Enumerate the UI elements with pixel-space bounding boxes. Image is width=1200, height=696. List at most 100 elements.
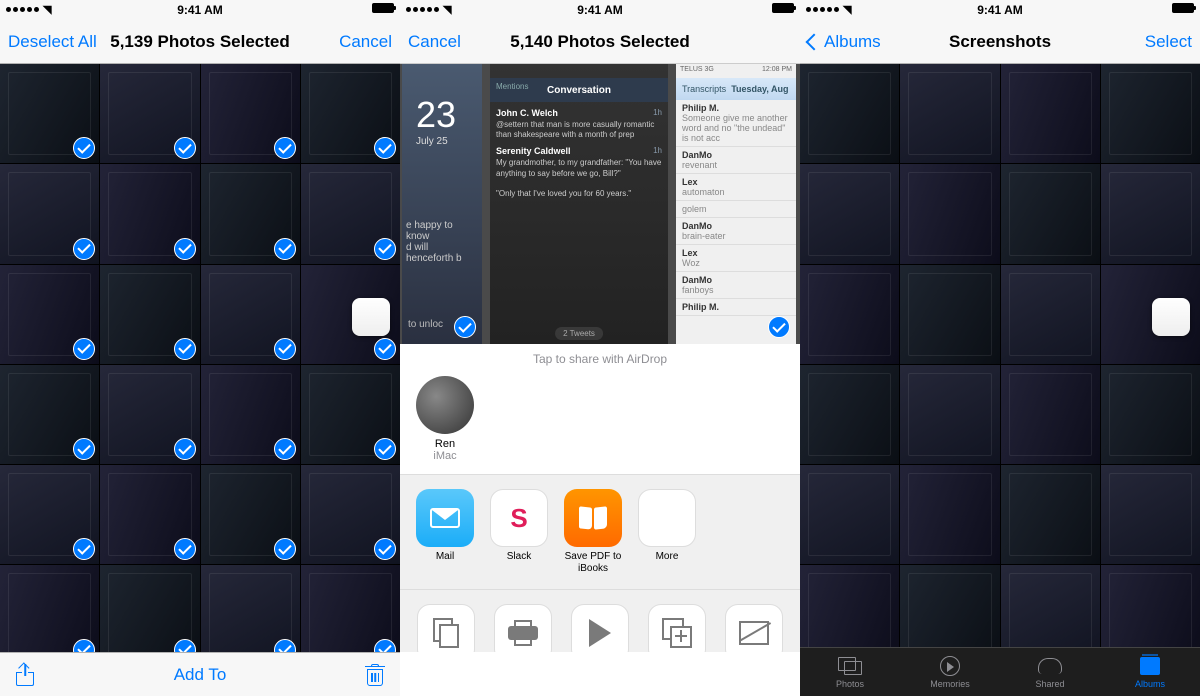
photo-thumb[interactable] xyxy=(800,64,899,163)
cancel-button[interactable]: Cancel xyxy=(302,32,392,52)
photo-thumb[interactable] xyxy=(900,164,999,263)
photo-thumb[interactable] xyxy=(301,265,400,364)
photo-thumb[interactable] xyxy=(100,164,199,263)
check-icon xyxy=(73,639,95,653)
action-duplicate[interactable]: Duplicate xyxy=(644,604,711,652)
deselect-all-button[interactable]: Deselect All xyxy=(8,32,98,52)
photo-grid[interactable] xyxy=(800,64,1200,647)
photo-thumb[interactable] xyxy=(1101,565,1200,647)
photo-thumb[interactable] xyxy=(0,565,99,652)
cancel-button[interactable]: Cancel xyxy=(408,32,498,52)
trash-icon[interactable] xyxy=(366,664,384,686)
status-time: 9:41 AM xyxy=(177,3,223,17)
photo-thumb[interactable] xyxy=(0,265,99,364)
photo-thumb[interactable] xyxy=(800,265,899,364)
action-slideshow[interactable]: Slideshow xyxy=(566,604,633,652)
photo-thumb[interactable] xyxy=(201,365,300,464)
duplicate-icon xyxy=(648,604,706,652)
photo-thumb[interactable] xyxy=(0,465,99,564)
select-button[interactable]: Select xyxy=(1102,32,1192,52)
photo-thumb[interactable] xyxy=(100,465,199,564)
check-icon xyxy=(73,438,95,460)
photo-thumb[interactable] xyxy=(1001,265,1100,364)
photo-thumb[interactable] xyxy=(900,565,999,647)
photo-thumb[interactable] xyxy=(201,465,300,564)
share-app-more[interactable]: •••More xyxy=(638,489,696,575)
preview-thumb[interactable]: 23 July 25 e happy to know d will hencef… xyxy=(402,64,482,344)
photo-thumb[interactable] xyxy=(900,265,999,364)
photo-thumb[interactable] xyxy=(800,164,899,263)
nav-bar: Albums Screenshots Select xyxy=(800,20,1200,64)
tab-shared[interactable]: Shared xyxy=(1000,648,1100,696)
tab-photos[interactable]: Photos xyxy=(800,648,900,696)
check-icon xyxy=(374,639,396,653)
photo-thumb[interactable] xyxy=(1001,365,1100,464)
chevron-left-icon xyxy=(806,33,823,50)
action-copy[interactable]: Copy xyxy=(412,604,479,652)
battery-icon xyxy=(1172,3,1194,13)
share-icon[interactable] xyxy=(16,664,34,686)
check-icon xyxy=(274,137,296,159)
photo-thumb[interactable] xyxy=(1001,164,1100,263)
photo-thumb[interactable] xyxy=(1101,365,1200,464)
tab-albums[interactable]: Albums xyxy=(1100,648,1200,696)
photo-thumb[interactable] xyxy=(100,565,199,652)
add-to-button[interactable]: Add To xyxy=(174,665,227,685)
nav-bar: Deselect All 5,139 Photos Selected Cance… xyxy=(0,20,400,64)
tab-memories[interactable]: Memories xyxy=(900,648,1000,696)
nav-title: 5,140 Photos Selected xyxy=(510,32,690,52)
check-icon xyxy=(374,238,396,260)
photo-thumb[interactable] xyxy=(0,64,99,163)
print-icon xyxy=(494,604,552,652)
photo-thumb[interactable] xyxy=(100,64,199,163)
photo-thumb[interactable] xyxy=(1001,465,1100,564)
action-row[interactable]: Copy Print Slideshow Duplicate Hide xyxy=(400,590,800,652)
photo-thumb[interactable] xyxy=(0,365,99,464)
photo-thumb[interactable] xyxy=(100,365,199,464)
photo-thumb[interactable] xyxy=(301,565,400,652)
check-icon xyxy=(768,316,790,338)
check-icon xyxy=(374,137,396,159)
preview-thumb[interactable]: TELUS 3G12:08 PM Transcripts Tuesday, Au… xyxy=(676,64,796,344)
photo-thumb[interactable] xyxy=(301,164,400,263)
back-button[interactable]: Albums xyxy=(808,32,898,52)
airdrop-contact[interactable]: Ren iMac xyxy=(416,376,474,462)
check-icon xyxy=(174,338,196,360)
photo-thumb[interactable] xyxy=(800,365,899,464)
photo-thumb[interactable] xyxy=(1101,265,1200,364)
share-app-mail[interactable]: Mail xyxy=(416,489,474,575)
photo-thumb[interactable] xyxy=(900,465,999,564)
tab-bar: Photos Memories Shared Albums xyxy=(800,647,1200,696)
app-row[interactable]: Mail SSlack Save PDF to iBooks •••More xyxy=(400,474,800,590)
photo-thumb[interactable] xyxy=(1101,465,1200,564)
check-icon xyxy=(374,538,396,560)
photo-grid[interactable] xyxy=(0,64,400,652)
photo-thumb[interactable] xyxy=(900,365,999,464)
photo-thumb[interactable] xyxy=(1101,64,1200,163)
photo-thumb[interactable] xyxy=(201,164,300,263)
photo-thumb[interactable] xyxy=(201,265,300,364)
photo-thumb[interactable] xyxy=(900,64,999,163)
photo-thumb[interactable] xyxy=(1001,565,1100,647)
action-hide[interactable]: Hide xyxy=(721,604,788,652)
mail-icon xyxy=(416,489,474,547)
photo-thumb[interactable] xyxy=(201,565,300,652)
photo-thumb[interactable] xyxy=(800,465,899,564)
screen-album: ◥ 9:41 AM Albums Screenshots Select xyxy=(800,0,1200,696)
photo-thumb[interactable] xyxy=(0,164,99,263)
share-app-ibooks[interactable]: Save PDF to iBooks xyxy=(564,489,622,575)
photo-thumb[interactable] xyxy=(800,565,899,647)
preview-strip[interactable]: 23 July 25 e happy to know d will hencef… xyxy=(400,64,800,344)
photo-thumb[interactable] xyxy=(301,365,400,464)
photo-thumb[interactable] xyxy=(1001,64,1100,163)
photo-thumb[interactable] xyxy=(301,64,400,163)
share-app-slack[interactable]: SSlack xyxy=(490,489,548,575)
action-print[interactable]: Print xyxy=(489,604,556,652)
hide-icon xyxy=(725,604,783,652)
photo-thumb[interactable] xyxy=(201,64,300,163)
check-icon xyxy=(374,338,396,360)
photo-thumb[interactable] xyxy=(1101,164,1200,263)
preview-thumb[interactable]: Mentions Conversation John C. Welch1h@se… xyxy=(490,64,668,344)
photo-thumb[interactable] xyxy=(100,265,199,364)
photo-thumb[interactable] xyxy=(301,465,400,564)
